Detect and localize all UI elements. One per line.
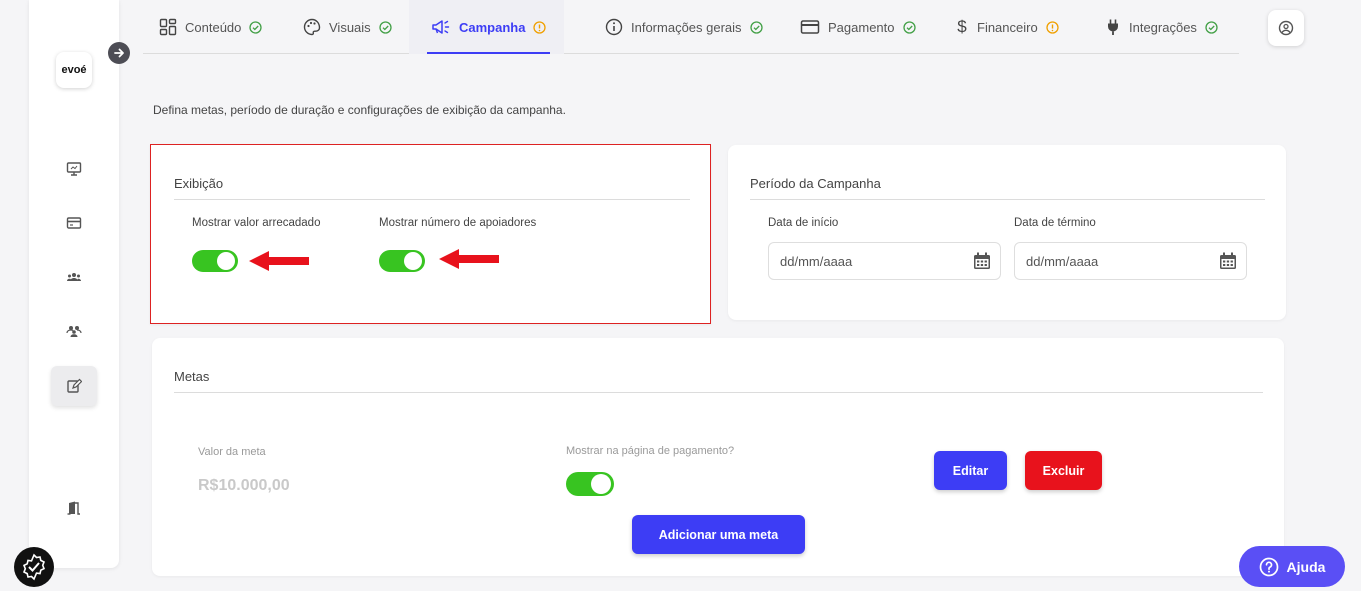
- tab-visuais[interactable]: Visuais: [303, 0, 392, 54]
- question-circle-icon: [1259, 557, 1278, 576]
- red-arrow-icon: [249, 251, 309, 271]
- periodo-card: Período da Campanha Data de início Data …: [728, 145, 1286, 320]
- plug-icon: [1108, 19, 1118, 35]
- team-icon[interactable]: [51, 311, 97, 351]
- help-button[interactable]: Ajuda: [1239, 546, 1345, 587]
- logout-door-icon[interactable]: [51, 488, 97, 528]
- tab-conteudo[interactable]: Conteúdo: [159, 0, 263, 54]
- end-date-label: Data de término: [1014, 217, 1096, 229]
- check-circle-icon: [902, 20, 916, 34]
- add-goal-button[interactable]: Adicionar uma meta: [632, 515, 805, 554]
- start-date-label: Data de início: [768, 217, 839, 229]
- arrow-right-icon: [114, 48, 124, 58]
- tab-label: Visuais: [329, 19, 371, 35]
- edit-goal-button[interactable]: Editar: [934, 451, 1007, 490]
- sidebar: evoé: [29, 0, 119, 568]
- divider: [174, 199, 690, 200]
- megaphone-icon: [432, 20, 450, 34]
- brand-logo[interactable]: evoé: [56, 52, 92, 88]
- delete-goal-button[interactable]: Excluir: [1025, 451, 1102, 490]
- tab-label: Integrações: [1129, 19, 1197, 35]
- show-raised-label: Mostrar valor arrecadado: [192, 217, 321, 229]
- check-circle-icon: [379, 20, 392, 34]
- show-backers-toggle[interactable]: [379, 250, 425, 272]
- show-on-payment-toggle[interactable]: [566, 472, 614, 496]
- tab-label: Pagamento: [828, 19, 895, 35]
- monitor-icon[interactable]: [51, 149, 97, 189]
- user-circle-icon: [1278, 20, 1294, 36]
- red-arrow-icon: [439, 249, 499, 269]
- credit-card-icon: [800, 20, 820, 34]
- palette-icon: [303, 18, 321, 36]
- tab-bar: Conteúdo Visuais Campanha Informações ge…: [143, 0, 1239, 54]
- info-icon: [605, 18, 623, 36]
- help-label: Ajuda: [1286, 558, 1326, 575]
- tab-informacoes-gerais[interactable]: Informações gerais: [605, 0, 763, 54]
- warning-circle-icon: [533, 20, 547, 34]
- show-backers-label: Mostrar número de apoiadores: [379, 217, 537, 229]
- tab-integracoes[interactable]: Integrações: [1105, 0, 1218, 54]
- toggle-knob: [217, 252, 235, 270]
- start-date-input[interactable]: dd/mm/aaaa: [768, 242, 1001, 280]
- dollar-icon: $: [957, 17, 967, 36]
- badge-check-icon: [22, 553, 46, 581]
- metas-card: Metas Valor da meta R$10.000,00 Mostrar …: [152, 338, 1284, 576]
- toggle-knob: [404, 252, 422, 270]
- grid-icon: [159, 18, 177, 36]
- toggle-knob: [591, 474, 611, 494]
- warning-circle-icon: [1046, 20, 1059, 34]
- tab-label: Informações gerais: [631, 19, 742, 35]
- accessibility-badge[interactable]: [14, 547, 54, 587]
- edit-icon[interactable]: [51, 366, 97, 406]
- periodo-title: Período da Campanha: [750, 176, 881, 191]
- tab-label: Campanha: [459, 19, 526, 35]
- tab-label: Conteúdo: [185, 19, 242, 35]
- profile-button[interactable]: [1268, 10, 1304, 46]
- calendar-icon[interactable]: [1218, 251, 1238, 271]
- users-icon[interactable]: [51, 257, 97, 297]
- metas-title: Metas: [174, 369, 210, 384]
- divider: [174, 392, 1263, 393]
- calendar-icon[interactable]: [972, 251, 992, 271]
- divider: [750, 199, 1265, 200]
- end-date-input[interactable]: dd/mm/aaaa: [1014, 242, 1247, 280]
- tab-label: Financeiro: [977, 19, 1038, 35]
- goal-value-label: Valor da meta: [198, 446, 266, 458]
- exibicao-title: Exibição: [174, 176, 224, 191]
- expand-sidebar-button[interactable]: [108, 42, 130, 64]
- goal-value: R$10.000,00: [198, 477, 290, 494]
- page-description: Defina metas, período de duração e confi…: [153, 103, 566, 117]
- show-raised-toggle[interactable]: [192, 250, 238, 272]
- card-icon[interactable]: [51, 203, 97, 243]
- end-date-placeholder: dd/mm/aaaa: [1026, 253, 1099, 269]
- check-circle-icon: [1205, 20, 1218, 34]
- check-circle-icon: [749, 20, 763, 34]
- check-circle-icon: [249, 20, 263, 34]
- start-date-placeholder: dd/mm/aaaa: [780, 253, 853, 269]
- tab-campanha[interactable]: Campanha: [409, 0, 564, 54]
- tab-pagamento[interactable]: Pagamento: [800, 0, 916, 54]
- exibicao-card: Exibição Mostrar valor arrecadado Mostra…: [150, 144, 711, 324]
- tab-financeiro[interactable]: $ Financeiro: [955, 0, 1059, 54]
- show-on-payment-label: Mostrar na página de pagamento?: [566, 445, 735, 457]
